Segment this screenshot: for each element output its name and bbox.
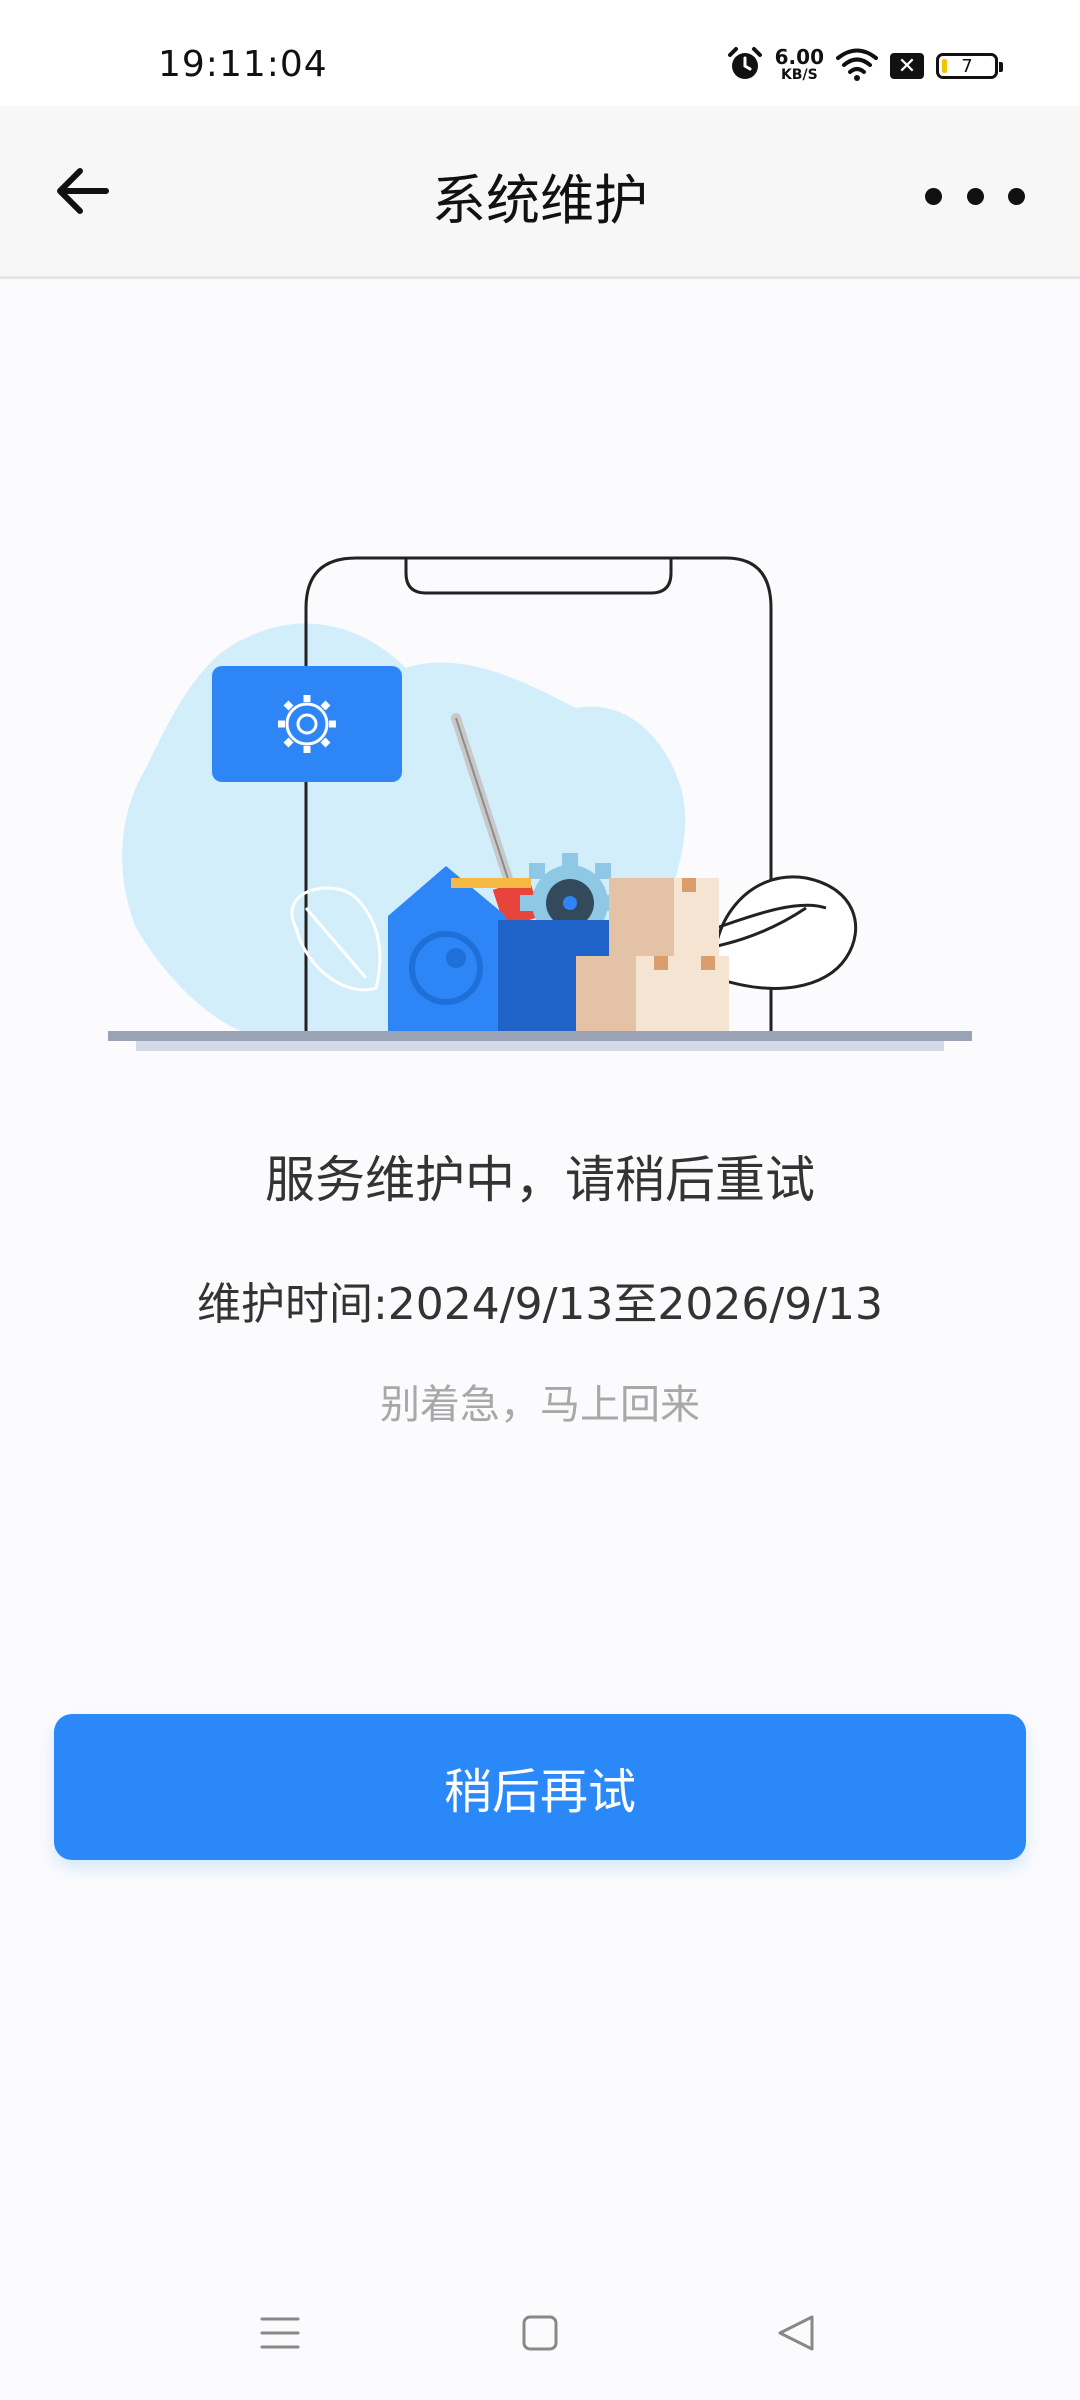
- more-dot: [925, 187, 942, 205]
- battery-fill: [942, 59, 947, 73]
- back-triangle-icon: [776, 2313, 816, 2357]
- battery-level: 7: [961, 55, 973, 77]
- status-bar: 19:11:04 6.00 KB/S ✕ 7: [0, 0, 1080, 106]
- maintenance-time: 维护时间:2024/9/13至2026/9/13: [196, 1279, 884, 1330]
- status-icons: 6.00 KB/S ✕ 7: [727, 45, 1003, 86]
- home-button[interactable]: [500, 2300, 580, 2370]
- net-speed-unit: KB/S: [780, 67, 818, 83]
- battery-icon: 7: [936, 53, 1003, 79]
- more-dot: [1008, 187, 1025, 205]
- back-nav-button[interactable]: [756, 2300, 836, 2370]
- menu-icon: [260, 2315, 300, 2355]
- maintenance-subtext: 别着急，马上回来: [380, 1382, 700, 1428]
- top-bar: 系统维护: [0, 106, 1080, 279]
- more-dot: [966, 187, 984, 205]
- maintenance-message: 服务维护中，请稍后重试: [265, 1151, 815, 1209]
- maintenance-illustration: [106, 548, 974, 1058]
- net-speed-value: 6.00: [774, 45, 824, 69]
- net-speed: 6.00 KB/S: [774, 45, 824, 84]
- page-title: 系统维护: [432, 169, 648, 232]
- sim-blocked-icon: ✕: [890, 53, 924, 79]
- status-time: 19:11:04: [158, 44, 328, 85]
- system-nav-bar: [0, 2270, 1080, 2400]
- menu-button[interactable]: [240, 2300, 320, 2370]
- alarm-icon: [727, 46, 763, 86]
- more-button[interactable]: [925, 176, 1025, 216]
- retry-later-button[interactable]: 稍后再试: [54, 1714, 1026, 1860]
- home-icon: [521, 2314, 559, 2356]
- wifi-icon: [836, 47, 878, 85]
